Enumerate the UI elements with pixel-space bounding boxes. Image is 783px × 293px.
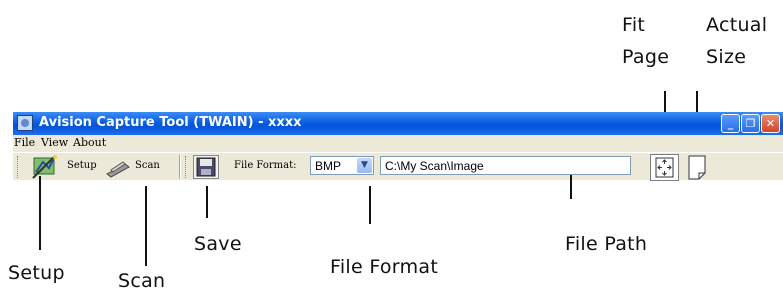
- save-callout: Save: [194, 233, 242, 255]
- setup-label: Setup: [67, 160, 97, 171]
- actual-size-callout-line2: Size: [706, 46, 747, 68]
- toolbar-grip[interactable]: [17, 156, 21, 178]
- toolbar-grip[interactable]: [185, 156, 189, 178]
- actual-size-callout-line1: Actual: [706, 14, 768, 36]
- actual-size-icon: [688, 155, 706, 180]
- floppy-save-icon: [196, 157, 216, 177]
- file-format-callout-line: [369, 186, 371, 224]
- app-icon: [17, 115, 33, 131]
- toolbar: Setup Scan File Format: BMP ▼: [13, 152, 783, 181]
- setup-button[interactable]: Setup: [25, 153, 103, 181]
- minimize-button[interactable]: _: [721, 114, 740, 133]
- setup-wizard-icon: [32, 155, 57, 179]
- setup-callout-line: [39, 176, 41, 250]
- scan-callout: Scan: [118, 270, 166, 292]
- file-format-value: BMP: [315, 159, 342, 173]
- fit-page-button[interactable]: [650, 154, 679, 181]
- fit-page-callout-line2: Page: [622, 46, 670, 68]
- file-path-callout: File Path: [565, 233, 648, 255]
- scan-button[interactable]: Scan: [105, 153, 165, 181]
- close-button[interactable]: ✕: [761, 114, 780, 133]
- menu-view[interactable]: View: [41, 136, 68, 149]
- capture-tool-window: Avision Capture Tool (TWAIN) - xxxx _ ❐ …: [13, 112, 783, 181]
- menu-file[interactable]: File: [14, 136, 35, 149]
- actual-size-button[interactable]: [683, 154, 712, 181]
- scanner-icon: [106, 161, 130, 178]
- title-bar: Avision Capture Tool (TWAIN) - xxxx _ ❐ …: [13, 112, 783, 135]
- menu-bar: File View About: [13, 135, 783, 151]
- save-button[interactable]: [193, 155, 219, 179]
- file-format-label: File Format:: [234, 160, 297, 171]
- chevron-down-icon[interactable]: ▼: [357, 158, 372, 173]
- file-path-callout-line: [570, 175, 572, 199]
- fit-page-callout-line1: Fit: [622, 14, 646, 36]
- menu-about[interactable]: About: [73, 136, 106, 149]
- scan-callout-line: [145, 186, 147, 266]
- file-format-callout: File Format: [330, 256, 439, 278]
- restore-button[interactable]: ❐: [741, 114, 760, 133]
- file-path-input[interactable]: [380, 156, 631, 175]
- window-title: Avision Capture Tool (TWAIN) - xxxx: [39, 115, 302, 130]
- save-callout-line: [206, 186, 208, 218]
- toolbar-separator: [179, 155, 181, 179]
- setup-callout: Setup: [8, 262, 65, 284]
- scan-label: Scan: [135, 160, 160, 171]
- file-format-select[interactable]: BMP ▼: [310, 156, 374, 175]
- fit-page-icon: [655, 157, 674, 178]
